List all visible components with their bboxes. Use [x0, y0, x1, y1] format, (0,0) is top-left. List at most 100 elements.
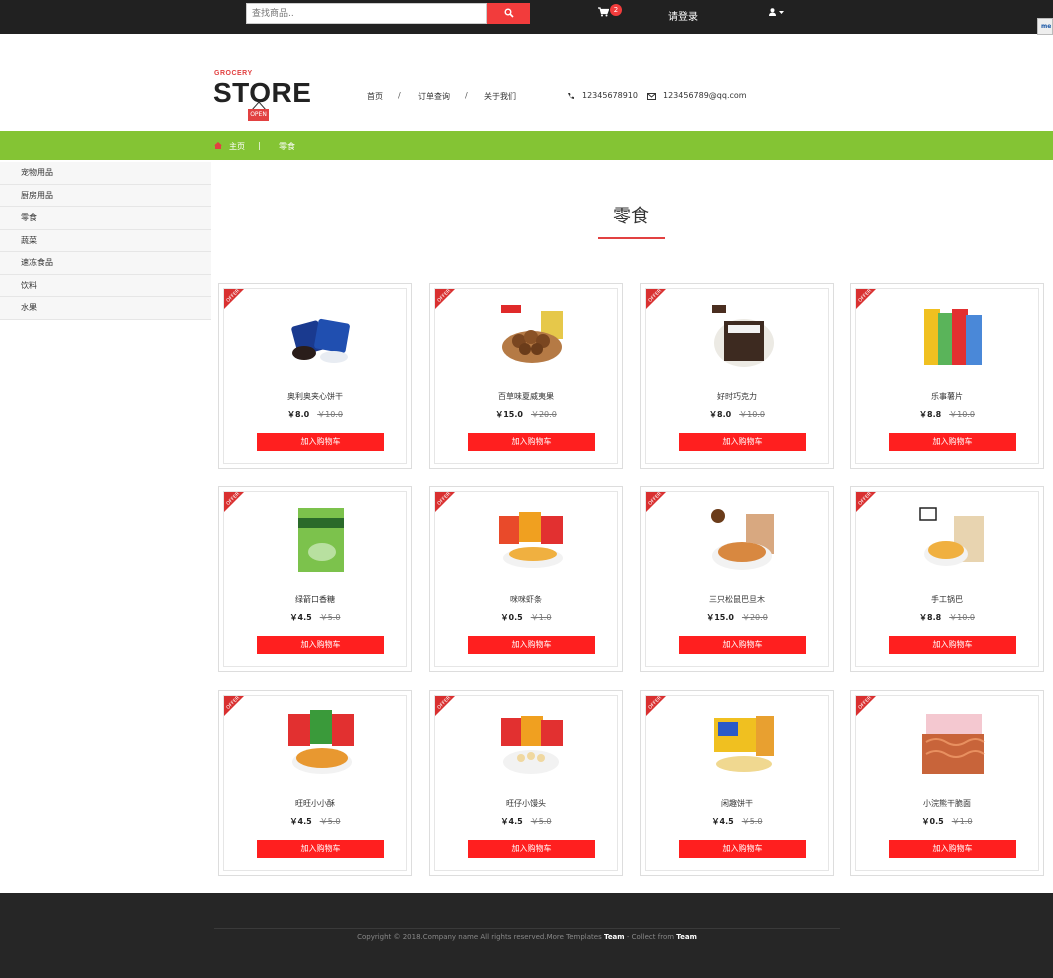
product-name[interactable]: 乐事薯片: [856, 391, 1038, 402]
product-name[interactable]: 手工锅巴: [856, 594, 1038, 605]
home-icon: [214, 142, 222, 149]
current-price: ￥15.0: [706, 613, 734, 622]
breadcrumb-home[interactable]: 主页: [229, 141, 245, 152]
login-link[interactable]: 请登录: [668, 8, 698, 23]
product-price: ￥4.5 ￥5.0: [224, 612, 406, 623]
cart-button[interactable]: [598, 7, 610, 20]
copyright: Copyright © 2018.Company name All rights…: [214, 933, 840, 941]
product-card: OFFER 乐事薯片 ￥8.8 ￥10.0 加入购物车: [850, 283, 1044, 469]
product-name[interactable]: 小浣熊干脆面: [856, 798, 1038, 809]
product-name[interactable]: 三只松鼠巴旦木: [646, 594, 828, 605]
product-price: ￥0.5 ￥1.0: [856, 816, 1038, 827]
nav-orders[interactable]: 订单查询: [418, 91, 450, 102]
product-card: OFFER 绿箭口香糖 ￥4.5 ￥5.0 加入购物车: [218, 486, 412, 672]
contact-phone: 12345678910: [582, 91, 638, 100]
product-price: ￥8.0 ￥10.0: [646, 409, 828, 420]
add-to-cart-button[interactable]: 加入购物车: [257, 636, 384, 654]
product-image[interactable]: [286, 301, 356, 371]
nav-home[interactable]: 首页: [367, 91, 383, 102]
product-card: OFFER 旺仔小馒头 ￥4.5 ￥5.0 加入购物车: [429, 690, 623, 876]
add-to-cart-button[interactable]: 加入购物车: [257, 433, 384, 451]
category-item[interactable]: 水果: [0, 297, 211, 320]
current-price: ￥0.5: [921, 817, 944, 826]
add-to-cart-button[interactable]: 加入购物车: [468, 636, 595, 654]
product-image[interactable]: [286, 708, 356, 778]
category-item[interactable]: 速冻食品: [0, 252, 211, 275]
caret-down-icon: [778, 11, 784, 14]
add-to-cart-button[interactable]: 加入购物车: [889, 433, 1016, 451]
product-card: OFFER 闲趣饼干 ￥4.5 ￥5.0 加入购物车: [640, 690, 834, 876]
product-image[interactable]: [918, 708, 988, 778]
current-price: ￥0.5: [500, 613, 523, 622]
old-price: ￥1.0: [951, 817, 973, 826]
breadcrumb-separator: |: [258, 141, 261, 150]
nav-about[interactable]: 关于我们: [484, 91, 516, 102]
side-tab[interactable]: me: [1037, 18, 1053, 35]
product-price: ￥0.5 ￥1.0: [435, 612, 617, 623]
product-card: OFFER 奥利奥夹心饼干 ￥8.0 ￥10.0 加入购物车: [218, 283, 412, 469]
nav-separator: /: [465, 91, 468, 100]
top-bar: 2 请登录: [0, 0, 1053, 34]
add-to-cart-button[interactable]: 加入购物车: [889, 636, 1016, 654]
product-name[interactable]: 旺旺小小酥: [224, 798, 406, 809]
product-price: ￥4.5 ￥5.0: [646, 816, 828, 827]
add-to-cart-button[interactable]: 加入购物车: [889, 840, 1016, 858]
current-price: ￥8.0: [709, 410, 732, 419]
search-button[interactable]: [487, 3, 530, 24]
old-price: ￥5.0: [741, 817, 763, 826]
title-underline: [598, 237, 665, 239]
old-price: ￥20.0: [530, 410, 557, 419]
add-to-cart-button[interactable]: 加入购物车: [679, 840, 806, 858]
product-image[interactable]: [286, 504, 356, 574]
old-price: ￥1.0: [530, 613, 552, 622]
product-price: ￥15.0 ￥20.0: [435, 409, 617, 420]
category-sidebar: 宠物用品 厨房用品 零食 蔬菜 速冻食品 饮料 水果: [0, 162, 211, 320]
category-item[interactable]: 宠物用品: [0, 162, 211, 185]
product-image[interactable]: [497, 708, 567, 778]
product-image[interactable]: [918, 504, 988, 574]
phone-icon: [568, 93, 574, 99]
add-to-cart-button[interactable]: 加入购物车: [257, 840, 384, 858]
product-name[interactable]: 百草味夏威夷果: [435, 391, 617, 402]
old-price: ￥5.0: [530, 817, 552, 826]
add-to-cart-button[interactable]: 加入购物车: [679, 433, 806, 451]
current-price: ￥8.8: [919, 613, 942, 622]
product-name[interactable]: 绿箭口香糖: [224, 594, 406, 605]
breadcrumb-current: 零食: [279, 142, 295, 151]
add-to-cart-button[interactable]: 加入购物车: [468, 433, 595, 451]
page-title: 零食: [613, 206, 649, 227]
logo-subtitle: GROCERY: [214, 70, 253, 77]
current-price: ￥8.0: [287, 410, 310, 419]
product-image[interactable]: [708, 504, 778, 574]
product-card: OFFER 旺旺小小酥 ￥4.5 ￥5.0 加入购物车: [218, 690, 412, 876]
product-name[interactable]: 好时巧克力: [646, 391, 828, 402]
copyright-text: Copyright © 2018.Company name All rights…: [357, 933, 604, 941]
team-link[interactable]: Team: [676, 933, 697, 941]
add-to-cart-button[interactable]: 加入购物车: [468, 840, 595, 858]
current-price: ￥4.5: [500, 817, 523, 826]
product-image[interactable]: [497, 504, 567, 574]
current-price: ￥8.8: [919, 410, 942, 419]
product-card: OFFER 三只松鼠巴旦木 ￥15.0 ￥20.0 加入购物车: [640, 486, 834, 672]
product-name[interactable]: 闲趣饼干: [646, 798, 828, 809]
category-item[interactable]: 厨房用品: [0, 184, 211, 207]
product-name[interactable]: 旺仔小馒头: [435, 798, 617, 809]
user-menu[interactable]: [769, 8, 784, 19]
add-to-cart-button[interactable]: 加入购物车: [679, 636, 806, 654]
product-image[interactable]: [708, 708, 778, 778]
logo-open-sign: OPEN: [248, 109, 269, 121]
product-name[interactable]: 咪咪虾条: [435, 594, 617, 605]
product-image[interactable]: [497, 301, 567, 371]
team-link[interactable]: Team: [604, 933, 625, 941]
category-item[interactable]: 饮料: [0, 274, 211, 297]
cart-icon: [598, 7, 610, 17]
old-price: ￥10.0: [949, 410, 975, 419]
search-input[interactable]: [246, 3, 487, 24]
category-item[interactable]: 蔬菜: [0, 229, 211, 252]
product-image[interactable]: [708, 301, 778, 371]
product-name[interactable]: 奥利奥夹心饼干: [224, 391, 406, 402]
category-item[interactable]: 零食: [0, 207, 211, 230]
product-price: ￥15.0 ￥20.0: [646, 612, 828, 623]
old-price: ￥10.0: [317, 410, 343, 419]
product-image[interactable]: [918, 301, 988, 371]
